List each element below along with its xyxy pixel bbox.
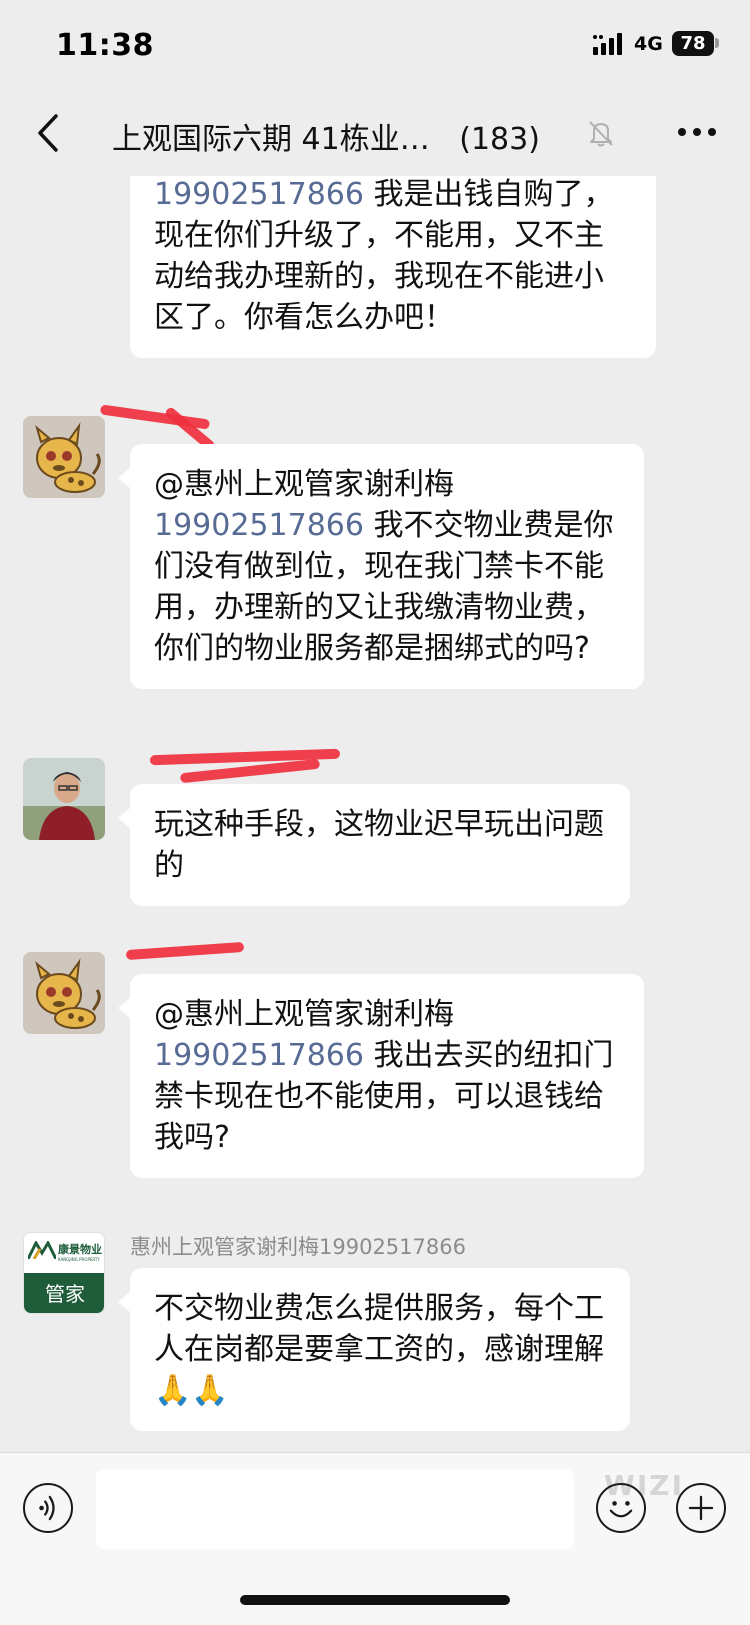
group-name: 上观国际六期 41栋业… [112, 122, 430, 157]
chat-title[interactable]: 上观国际六期 41栋业… (183) [112, 114, 540, 158]
plus-icon[interactable] [676, 1483, 726, 1533]
status-bar: 11:38 4G 78 [0, 0, 750, 90]
logo-label-strip: 管家 [24, 1273, 104, 1313]
phone-link[interactable]: 19902517866 [154, 177, 364, 212]
logo-area: 康景物业 KANGJING PROPERTY [24, 1233, 104, 1273]
phone-link[interactable]: 19902517866 [154, 1038, 364, 1073]
network-type: 4G [634, 33, 663, 55]
sender-name: 惠州上观管家谢利梅19902517866 [130, 1235, 466, 1259]
battery-icon: 78 [672, 31, 714, 56]
battery-cap [715, 38, 719, 48]
property-logo-icon [28, 1241, 56, 1259]
status-time: 11:38 [56, 28, 154, 63]
tiger-avatar-icon [23, 952, 105, 1034]
mention-text[interactable]: @惠州上观管家谢利梅 [154, 997, 454, 1032]
chat-message-list[interactable]: 19902517866 我是出钱自购了，现在你们升级了，不能用，又不主动给我办理… [0, 176, 750, 1452]
back-chevron-icon[interactable] [30, 110, 70, 156]
member-count: (183) [459, 122, 540, 157]
person-avatar-icon [23, 758, 105, 840]
emoji-icon[interactable] [596, 1483, 646, 1533]
cellular-signal-icon [593, 33, 622, 55]
redaction-mark [125, 941, 245, 961]
message-bubble[interactable]: @惠州上观管家谢利梅 19902517866 我出去买的纽扣门禁卡现在也不能使用，… [118, 974, 644, 1178]
logo-text: 康景物业 [58, 1243, 102, 1256]
message-input[interactable] [96, 1469, 574, 1549]
message-bubble[interactable]: 19902517866 我是出钱自购了，现在你们升级了，不能用，又不主动给我办理… [130, 176, 656, 358]
message-text: 玩这种手段，这物业迟早玩出问题的 [154, 807, 604, 883]
more-dots-icon[interactable] [672, 112, 722, 152]
message-bubble[interactable]: 玩这种手段，这物业迟早玩出问题的 [118, 784, 630, 906]
mute-bell-icon [589, 121, 613, 147]
avatar-cartoon-tiger[interactable] [23, 416, 105, 498]
avatar-man-photo[interactable] [23, 758, 105, 840]
avatar-label: 管家 [45, 1282, 85, 1306]
tiger-avatar-icon [23, 416, 105, 498]
mention-text[interactable]: @惠州上观管家谢利梅 [154, 467, 454, 502]
message-bubble[interactable]: @惠州上观管家谢利梅 19902517866 我不交物业费是你们没有做到位，现在我… [118, 444, 644, 689]
avatar-property-logo[interactable]: 康景物业 KANGJING PROPERTY 管家 [23, 1232, 105, 1314]
message-text: 不交物业费怎么提供服务，每个工人在岗都是要拿工资的，感谢理解🙏🙏 [154, 1291, 604, 1408]
phone-link[interactable]: 19902517866 [154, 508, 364, 543]
home-indicator [240, 1595, 510, 1605]
voice-icon[interactable] [23, 1483, 73, 1533]
logo-subtext: KANGJING PROPERTY [58, 1257, 100, 1262]
chat-header: 上观国际六期 41栋业… (183) [0, 90, 750, 176]
input-bar: WIZI [0, 1452, 750, 1625]
avatar-cartoon-tiger[interactable] [23, 952, 105, 1034]
message-bubble[interactable]: 不交物业费怎么提供服务，每个工人在岗都是要拿工资的，感谢理解🙏🙏 [118, 1268, 630, 1431]
